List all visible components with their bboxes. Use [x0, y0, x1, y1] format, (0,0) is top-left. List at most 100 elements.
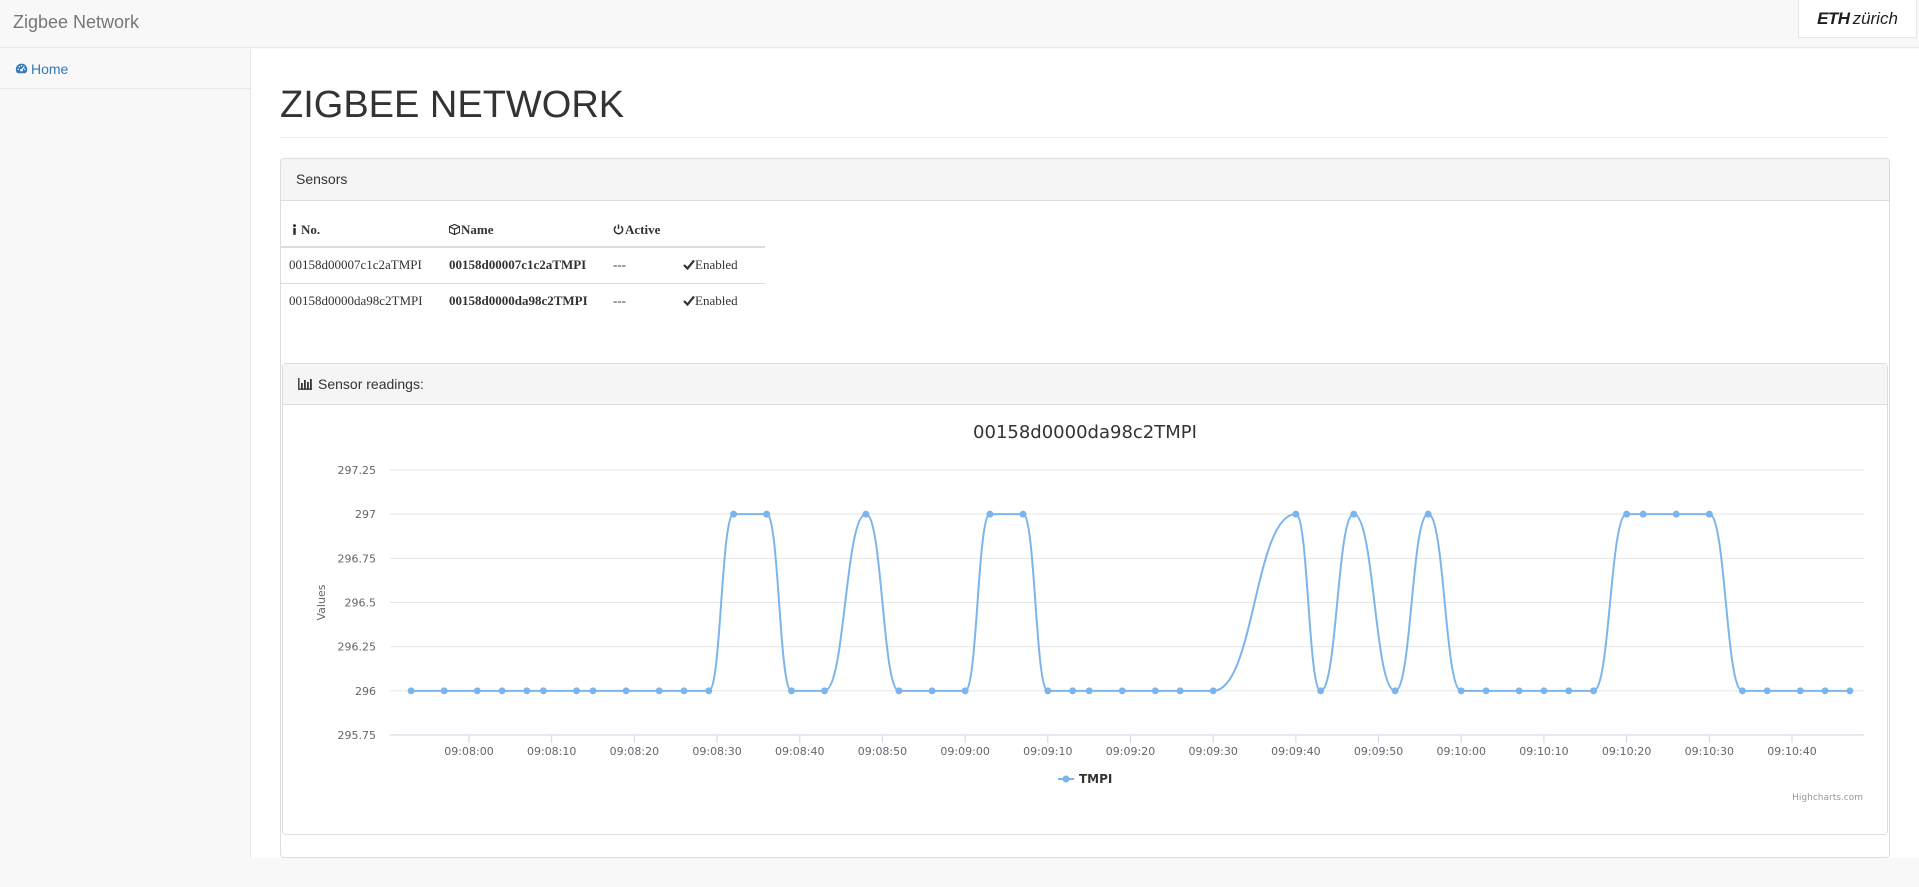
check-icon: [683, 260, 695, 271]
data-point: [1176, 687, 1184, 695]
data-point: [655, 687, 663, 695]
main-content: ZIGBEE NETWORK Sensors No. Name Active 0…: [251, 49, 1919, 858]
chart-credits: Highcharts.com: [1792, 793, 1863, 803]
cube-icon: [448, 223, 461, 236]
x-tick-label: 09:10:20: [1602, 745, 1651, 758]
data-point: [440, 687, 448, 695]
data-point: [1482, 687, 1490, 695]
data-point: [1705, 510, 1713, 518]
table-header-row: No. Name Active: [281, 215, 765, 248]
data-point: [1151, 687, 1159, 695]
sensor-readings-chart[interactable]: 00158d0000da98c2TMPI 295.75 296 296.25 296.5…: [283, 405, 1887, 834]
data-point: [986, 510, 994, 518]
data-point: [1540, 687, 1548, 695]
data-point: [1044, 687, 1052, 695]
data-point: [1565, 687, 1573, 695]
x-tick-label: 09:09:10: [1023, 745, 1072, 758]
x-tick-label: 09:09:20: [1106, 745, 1155, 758]
x-tick-label: 09:08:10: [527, 745, 576, 758]
data-point: [1424, 510, 1432, 518]
x-tick-label: 09:09:40: [1271, 745, 1320, 758]
sensor-no: 00158d0000da98c2TMPI: [281, 282, 441, 319]
data-point: [622, 687, 630, 695]
data-point: [1623, 510, 1631, 518]
x-tick-label: 09:09:30: [1188, 745, 1237, 758]
data-point: [1846, 687, 1854, 695]
info-icon: [293, 224, 296, 235]
data-point: [572, 687, 580, 695]
data-point: [1118, 687, 1126, 695]
data-point: [1069, 687, 1077, 695]
page-title: ZIGBEE NETWORK: [280, 84, 625, 126]
data-point: [1763, 687, 1771, 695]
sensor-name-link[interactable]: 00158d00007c1c2aTMPI: [441, 246, 605, 283]
legend-marker: [1062, 775, 1070, 783]
data-point: [1639, 510, 1647, 518]
sensor-name-link[interactable]: 00158d0000da98c2TMPI: [441, 282, 605, 319]
logo-bold-text: ETH: [1817, 8, 1850, 28]
sensors-panel: Sensors No. Name Active 00158d00007c1c2a…: [280, 158, 1890, 858]
navbar: Zigbee Network ETH zürich: [0, 0, 1919, 48]
data-point: [1391, 687, 1399, 695]
data-point: [1085, 687, 1093, 695]
data-point: [1796, 687, 1804, 695]
sensor-no: 00158d00007c1c2aTMPI: [281, 246, 441, 283]
y-tick-label: 296.5: [345, 597, 377, 610]
brand-link[interactable]: Zigbee Network: [13, 12, 139, 33]
data-point: [928, 687, 936, 695]
x-tick-label: 09:10:10: [1519, 745, 1568, 758]
x-tick-label: 09:08:30: [692, 745, 741, 758]
x-tick-label: 09:08:40: [775, 745, 824, 758]
sensors-panel-heading: Sensors: [281, 159, 1889, 201]
data-point: [1350, 510, 1358, 518]
data-point: [705, 687, 713, 695]
data-point: [1738, 687, 1746, 695]
title-divider: [280, 137, 1889, 138]
sidebar-item-label: Home: [31, 60, 69, 77]
column-header-no: No.: [281, 215, 441, 248]
y-tick-label: 296.75: [338, 552, 377, 565]
sensor-status: Enabled: [675, 282, 765, 319]
sensor-readings-label: Sensor readings:: [318, 376, 424, 392]
y-tick-label: 297.25: [338, 464, 377, 477]
y-tick-label: 296: [355, 685, 376, 698]
y-tick-label: 297: [355, 508, 376, 521]
data-point: [539, 687, 547, 695]
data-point: [498, 687, 506, 695]
data-point: [1292, 510, 1300, 518]
data-point: [763, 510, 771, 518]
power-icon: [613, 224, 624, 235]
data-point: [1821, 687, 1829, 695]
logo-rest-text: zürich: [1852, 8, 1898, 28]
table-row: 00158d0000da98c2TMPI 00158d0000da98c2TMP…: [281, 282, 765, 319]
sensor-active: ---: [605, 282, 675, 319]
data-point: [1019, 510, 1027, 518]
data-point: [680, 687, 688, 695]
data-point: [895, 687, 903, 695]
check-icon: [683, 296, 695, 307]
bar-chart-icon: [298, 378, 312, 390]
chart-title: 00158d0000da98c2TMPI: [973, 422, 1197, 443]
column-header-name: Name: [441, 215, 605, 248]
column-header-active: Active: [605, 215, 675, 248]
sidebar-item-home[interactable]: Home: [0, 49, 250, 89]
data-point: [1457, 687, 1465, 695]
column-header-status: [675, 215, 765, 248]
data-point: [1672, 510, 1680, 518]
data-point: [589, 687, 597, 695]
x-tick-label: 09:10:30: [1685, 745, 1734, 758]
data-point: [862, 510, 870, 518]
data-point: [407, 687, 415, 695]
x-tick-label: 09:10:00: [1437, 745, 1486, 758]
data-point: [1209, 687, 1217, 695]
y-axis-label: Values: [315, 584, 328, 620]
data-point: [787, 687, 795, 695]
data-point: [1590, 687, 1598, 695]
y-tick-label: 296.25: [338, 641, 377, 654]
eth-zurich-logo[interactable]: ETH zürich: [1798, 0, 1917, 38]
sensors-table: No. Name Active 00158d00007c1c2aTMPI 001…: [281, 215, 765, 319]
x-tick-label: 09:08:00: [444, 745, 493, 758]
sidebar: Home: [0, 49, 251, 858]
x-tick-label: 09:10:40: [1767, 745, 1816, 758]
dashboard-icon: [15, 63, 28, 74]
